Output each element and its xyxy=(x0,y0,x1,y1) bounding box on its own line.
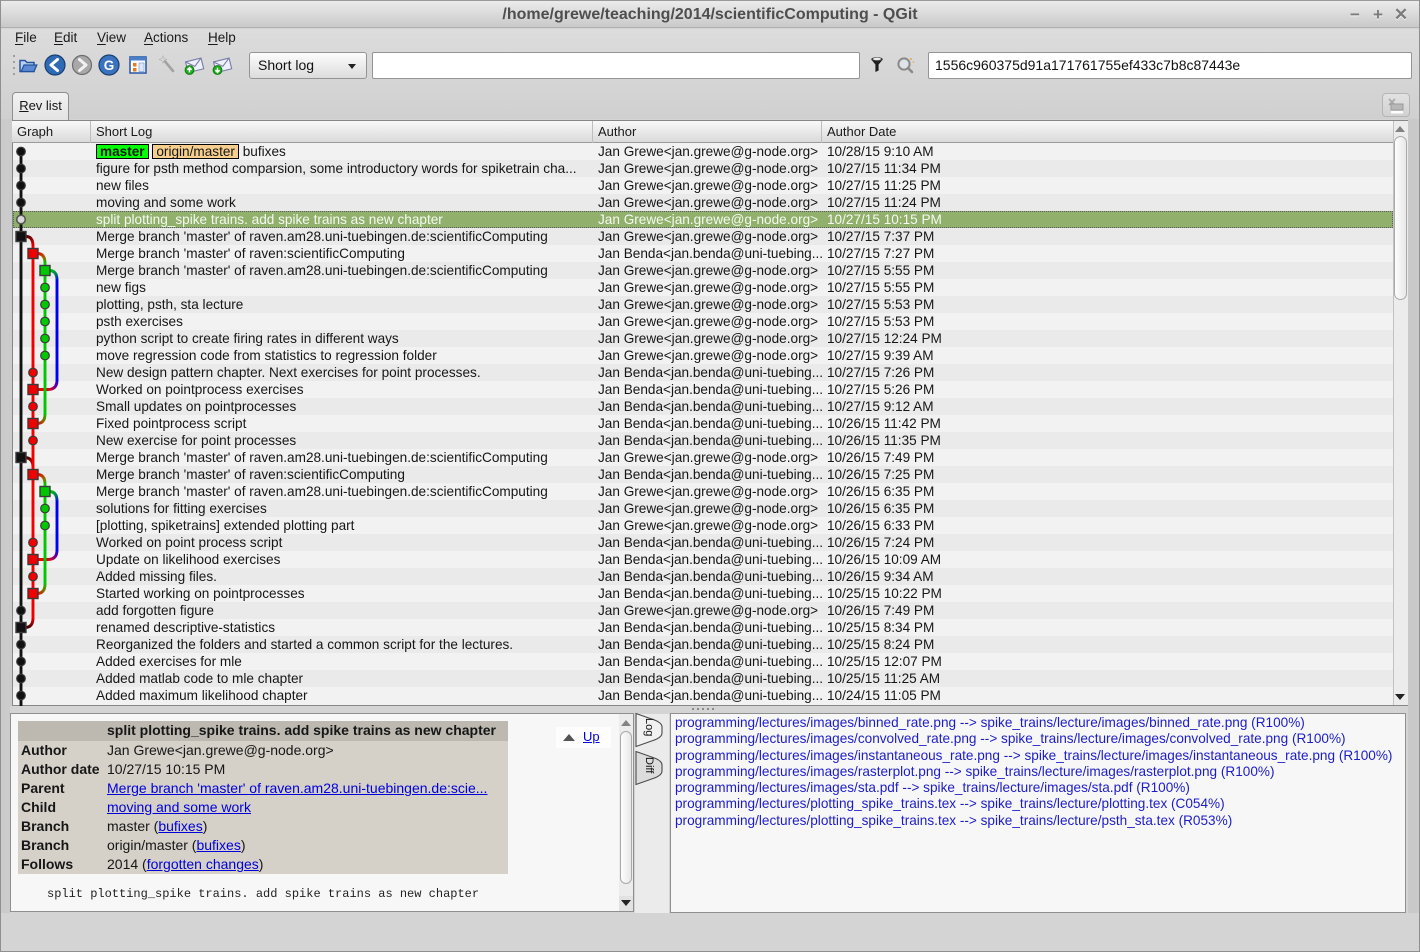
svg-text:Log: Log xyxy=(643,718,655,736)
svg-text:G: G xyxy=(104,58,115,73)
svg-text:Diff: Diff xyxy=(643,757,655,774)
